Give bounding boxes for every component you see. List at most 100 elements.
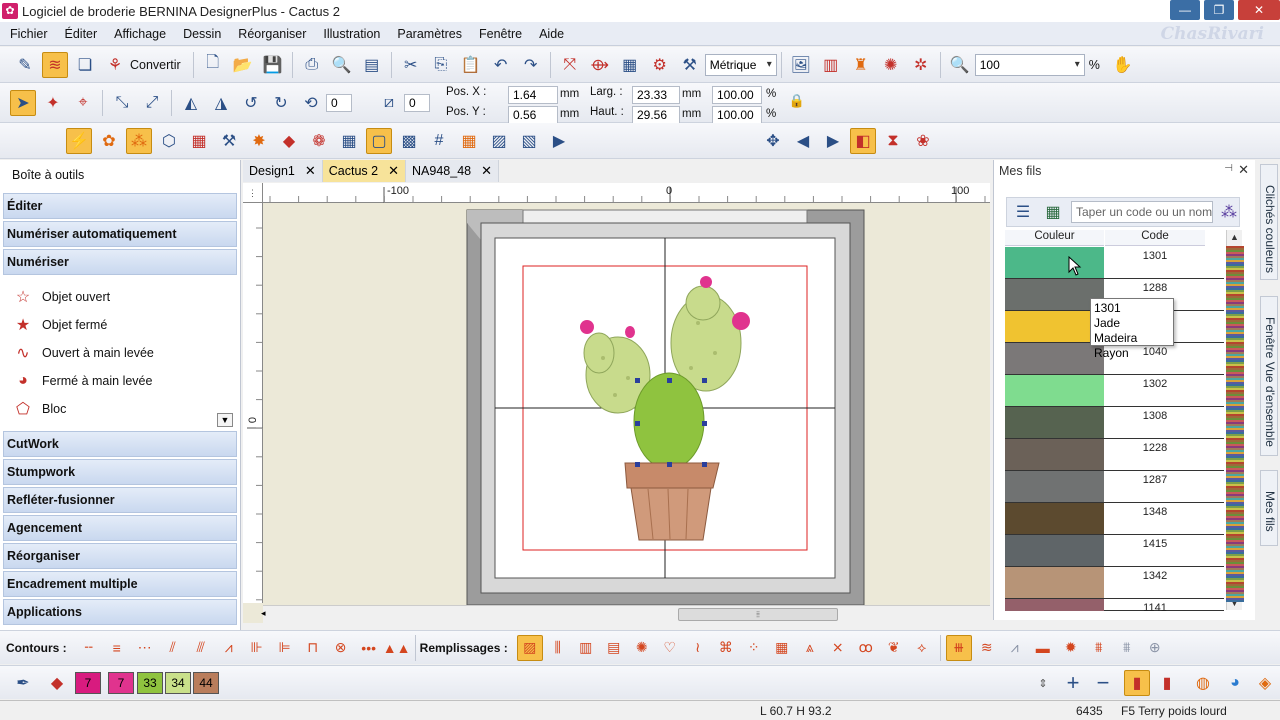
toolbox-group-reorganiser[interactable]: Réorganiser — [3, 543, 237, 569]
ornament-fill-icon[interactable]: ❦ — [881, 635, 907, 661]
thread-row[interactable]: 1302 — [1005, 375, 1224, 407]
toolbox-group-editer[interactable]: Éditer — [3, 193, 237, 219]
color-chip[interactable]: 7 — [75, 672, 101, 694]
menu-aide[interactable]: Aide — [539, 27, 564, 41]
close-tab-icon[interactable]: ✕ — [388, 160, 399, 182]
zoom-select[interactable]: 100 — [974, 53, 1085, 76]
gear-fill-icon[interactable]: ✹ — [1058, 635, 1084, 661]
blanket-icon[interactable]: ⊪ — [244, 635, 270, 661]
toolbox-group-agencement[interactable]: Agencement — [3, 515, 237, 541]
rotate-right-45-icon[interactable]: ↻ — [268, 90, 294, 116]
pos-x-input[interactable]: 1.64 — [508, 86, 558, 104]
print-preview-icon[interactable]: 🔍 — [329, 52, 355, 78]
thread-chart-icon[interactable]: ▦ — [1041, 200, 1065, 224]
thread-row[interactable]: 1301 — [1005, 247, 1224, 279]
point-select-icon[interactable]: ✦ — [40, 90, 66, 116]
panel-close-icon[interactable]: ✕ — [1238, 162, 1249, 178]
edit-icon[interactable]: ✎ — [12, 52, 38, 78]
select-arrow-icon[interactable]: ➤ — [10, 89, 36, 116]
stitch-type-icon[interactable]: ⚡ — [66, 127, 92, 154]
running-stitch-icon[interactable]: ╌ — [76, 635, 102, 661]
dot-grid-fill-icon[interactable]: ⁘ — [741, 635, 767, 661]
color-select-icon[interactable]: ◧ — [850, 127, 876, 154]
dots-icon[interactable]: ••• — [356, 635, 382, 661]
reshape-nodes-icon[interactable]: ✥ — [760, 128, 786, 154]
maximize-button[interactable]: ❐ — [1204, 0, 1234, 20]
remove-color-icon[interactable]: − — [1090, 670, 1116, 696]
side-tab-overview[interactable]: Fenêtre Vue d'ensemble — [1260, 296, 1278, 456]
satin-fill-icon[interactable]: ⫼ — [545, 635, 571, 661]
side-tab-my-threads[interactable]: Mes fils — [1260, 470, 1278, 546]
multi-view-icon[interactable]: ❏ — [72, 52, 98, 78]
convert-icon[interactable]: ⚘ — [102, 52, 128, 78]
step-fill-icon[interactable]: ▥ — [573, 635, 599, 661]
heart-fill-icon[interactable]: ♡ — [657, 635, 683, 661]
close-button[interactable]: ✕ — [1238, 0, 1280, 20]
design-canvas[interactable]: ⋮ -100 0 100 0 ◂ ⦙⦙ — [243, 183, 990, 623]
satin-contour-icon[interactable]: ⫽ — [160, 635, 186, 661]
zigzag-icon[interactable]: ⩘ — [216, 635, 242, 661]
scale-icon[interactable]: ⤡ — [109, 90, 135, 116]
tab-cactus-2[interactable]: Cactus 2 ✕ — [322, 160, 407, 182]
pattern-stitch-icon[interactable]: ⩩ — [1086, 635, 1112, 661]
pattern-fill-icon[interactable]: ▦ — [186, 128, 212, 154]
applique-icon[interactable]: ◆ — [276, 128, 302, 154]
cross-stitch-icon[interactable]: ⊗ — [328, 635, 354, 661]
open-folder-icon[interactable]: 📂 — [230, 52, 256, 78]
toolbox-group-encadrement[interactable]: Encadrement multiple — [3, 571, 237, 597]
thread-palette-strip[interactable] — [1226, 246, 1244, 602]
color-chip[interactable]: 7 — [108, 672, 134, 694]
magic-wand-icon[interactable]: ⚒ — [216, 128, 242, 154]
tool-objet-ferme[interactable]: ★ Objet fermé — [12, 314, 107, 336]
tatami-fill-icon[interactable]: ▨ — [516, 634, 543, 661]
thread-row[interactable]: 1228 — [1005, 439, 1224, 471]
hash-grid-icon[interactable]: # — [426, 128, 452, 154]
triangle-fill-icon[interactable]: ⩓ — [797, 635, 823, 661]
polygon-select-icon[interactable]: ⌖ — [70, 90, 96, 116]
tools-icon[interactable]: ⚒ — [677, 52, 703, 78]
thread-row[interactable]: 1348 — [1005, 503, 1224, 535]
pos-y-input[interactable]: 0.56 — [508, 106, 558, 124]
transform-icon[interactable]: ⤧ — [557, 52, 583, 78]
column-header-code[interactable]: Code — [1105, 230, 1205, 246]
toolbox-scroll-down-icon[interactable]: ▼ — [217, 413, 233, 427]
globe-icon[interactable]: ⊕ — [1142, 635, 1168, 661]
skew-angle-input[interactable]: 0 — [404, 93, 430, 112]
thread-row[interactable]: 1287 — [1005, 471, 1224, 503]
menu-fichier[interactable]: Fichier — [10, 27, 48, 41]
grid-icon[interactable]: ✲ — [908, 52, 934, 78]
scroll-left-icon[interactable]: ◂ — [261, 608, 266, 619]
wave-fill-icon[interactable]: ≀ — [685, 635, 711, 661]
toolbox-group-refleter[interactable]: Refléter-fusionner — [3, 487, 237, 513]
star-icon[interactable]: ✸ — [246, 128, 272, 154]
lettering-icon[interactable]: ❁ — [306, 128, 332, 154]
scroll-up-icon[interactable]: ▲ — [1227, 230, 1242, 244]
menu-editer[interactable]: Éditer — [65, 27, 98, 41]
copy-icon[interactable]: ⎘ — [428, 52, 454, 78]
contour-line-icon[interactable]: ▬ — [1030, 635, 1056, 661]
rotate-free-icon[interactable]: ⟲ — [298, 90, 324, 116]
grid-view-icon[interactable]: ▩ — [396, 128, 422, 154]
picture-icon[interactable]: 🖼 — [788, 52, 814, 78]
print-icon[interactable]: ⎙ — [299, 52, 325, 78]
hatch-icon[interactable]: ▨ — [486, 128, 512, 154]
e-stitch-icon[interactable]: ⊓ — [300, 635, 326, 661]
flower-icon[interactable]: ✿ — [96, 128, 122, 154]
thread-spools-icon[interactable]: ⁂ — [1217, 200, 1241, 224]
scale-height-input[interactable]: 100.00 — [712, 106, 762, 124]
zoom-icon[interactable]: 🔍 — [947, 52, 973, 78]
fill-bucket-icon[interactable]: ◆ — [44, 670, 70, 696]
mirror-horizontal-icon[interactable]: ◮ — [208, 90, 234, 116]
grid-orange-icon[interactable]: ▦ — [456, 128, 482, 154]
color-palette-icon[interactable]: ◈ — [1252, 670, 1278, 696]
redo-icon[interactable]: ↷ — [518, 52, 544, 78]
motif-icon[interactable]: ⁂ — [126, 127, 152, 154]
toolbox-group-cutwork[interactable]: CutWork — [3, 431, 237, 457]
color-chip[interactable]: 33 — [137, 672, 163, 694]
triangles-icon[interactable]: ▲▲ — [383, 635, 411, 661]
curved-stitch-icon[interactable]: ≋ — [974, 635, 1000, 661]
rotate-left-45-icon[interactable]: ↺ — [238, 90, 264, 116]
hoop-icon[interactable]: ▥ — [818, 52, 844, 78]
export-machine-icon[interactable]: ▤ — [359, 52, 385, 78]
toolbox-group-stumpwork[interactable]: Stumpwork — [3, 459, 237, 485]
